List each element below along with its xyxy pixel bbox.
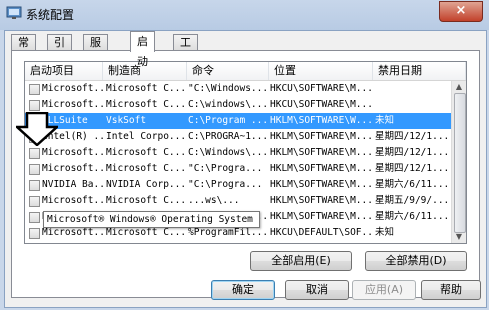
table-row[interactable]: Microsoft... Microsoft C... C:\Windows\...… [25, 145, 452, 161]
ok-button[interactable]: 确定 [211, 280, 275, 300]
cancel-button[interactable]: 取消 [285, 280, 349, 300]
enable-checkbox[interactable] [29, 196, 40, 207]
cell-vendor: Intel Corpo... [106, 131, 186, 142]
enable-checkbox[interactable] [29, 148, 40, 159]
tab-boot[interactable]: 引导 [47, 34, 72, 65]
cell-date: 未知 [375, 227, 395, 238]
cell-command: C:\windows\... [188, 99, 268, 110]
cell-command: C:\Windows\... [188, 147, 268, 158]
help-button[interactable]: 帮助 [421, 280, 481, 300]
disable-all-button[interactable]: 全部禁用(D) [365, 251, 467, 271]
enable-all-button[interactable]: 全部启用(E) [250, 251, 352, 271]
title-bar: 系统配置 × [0, 0, 489, 30]
cell-item: Microsoft... [42, 147, 104, 158]
cell-command: "C:\Progra... [188, 179, 263, 190]
cell-location: HKCU\SOFTWARE\M... [270, 99, 372, 110]
cell-command: "C:\Windows... [188, 83, 268, 94]
scroll-thumb[interactable] [454, 93, 466, 233]
cell-location: HKCU\SOFTWARE\M... [270, 83, 372, 94]
cell-date: 星期四/12/1... [375, 147, 450, 158]
enable-checkbox[interactable] [29, 100, 40, 111]
column-header-location[interactable]: 位置 [269, 62, 373, 80]
tooltip: Microsoft® Windows® Operating System [43, 211, 260, 228]
startup-panel: 启动项目 制造商 命令 位置 禁用日期 Microsoft... Microsof… [11, 50, 480, 298]
cell-location: HKLM\SOFTWARE\M... [270, 163, 372, 174]
cell-command: "C:\Progra... [188, 163, 263, 174]
list-header: 启动项目 制造商 命令 位置 禁用日期 [25, 62, 466, 81]
cell-location: HKLM\SOFTWARE\M... [270, 195, 372, 206]
cell-command: ...ws\... [188, 195, 240, 206]
table-row[interactable]: Intel(R) ... Intel Corpo... C:\PROGRA~1...… [25, 129, 452, 145]
cell-date: 星期三/4/27... [375, 241, 451, 243]
table-row[interactable]: NVIDIA Ba... NVIDIA Corp... "C:\Progra... H… [25, 177, 452, 193]
tab-tools[interactable]: 工具 [173, 34, 198, 65]
table-row[interactable]: Microsoft...Microsoft C..."C:\Progra... H… [25, 161, 452, 177]
cell-item: Microsoft... [42, 163, 104, 174]
cell-command: "C:\Progra... [188, 241, 268, 243]
cell-item: Microsoft... [42, 99, 104, 110]
cell-date: 星期四/12/1... [375, 163, 450, 174]
cell-vendor: Microsoft C... [106, 241, 186, 243]
cell-vendor: VskSoft [106, 115, 147, 126]
vertical-scrollbar[interactable]: ▲ ▼ [451, 81, 466, 243]
enable-checkbox[interactable] [29, 84, 40, 95]
cell-item: Microsoft... [42, 241, 104, 243]
startup-list[interactable]: 启动项目 制造商 命令 位置 禁用日期 Microsoft... Microsof… [24, 61, 467, 244]
window-title: 系统配置 [26, 8, 75, 22]
dialog-body: 常规 引导 服务 启动 工具 启动项目 制造商 命令 位置 禁用日期 Micro… [4, 30, 487, 308]
cell-command: C:\Program ... [188, 115, 268, 126]
close-button[interactable]: × [439, 1, 483, 22]
cell-date: 星期六/6/11... [375, 179, 450, 190]
table-row[interactable]: Microsoft... Microsoft C... ...ws\... HKLM\… [25, 193, 452, 209]
cell-location: HKLM\SOFTWARE\M... [270, 147, 372, 158]
system-config-icon [6, 6, 22, 19]
table-row[interactable]: Microsoft... Microsoft C... "C:\Windows...… [25, 81, 452, 97]
tab-services[interactable]: 服务 [83, 34, 108, 65]
cell-location: HKLM\SOFTWARE\W... [270, 115, 372, 126]
cell-date: 星期四/12/1... [375, 131, 450, 142]
down-arrow-annotation-icon [16, 112, 58, 146]
column-header-item[interactable]: 启动项目 [25, 62, 103, 80]
scroll-down-icon[interactable]: ▼ [454, 232, 464, 242]
cell-command: C:\PROGRA~1... [188, 131, 268, 142]
cell-date: 星期五/9/9/... [375, 195, 450, 206]
cell-vendor: Microsoft C... [106, 99, 186, 110]
cell-item: Microsoft... [42, 195, 104, 206]
cell-location: HKLM\SOFTWARE\M... [270, 179, 372, 190]
cell-location: HKLM\SOFTWARE\M... [270, 211, 372, 222]
column-header-command[interactable]: 命令 [187, 62, 269, 80]
cell-vendor: Microsoft C... [106, 147, 186, 158]
scroll-up-icon[interactable]: ▲ [454, 82, 464, 92]
cell-location: HKCU\DEFAULT\SOF... [270, 227, 372, 238]
table-row[interactable]: DLLSuite VskSoft C:\Program ... HKLM\SOFTWA… [25, 113, 452, 129]
enable-checkbox[interactable] [29, 164, 40, 175]
cell-vendor: Microsoft C... [106, 83, 186, 94]
apply-button[interactable]: 应用(A) [352, 280, 416, 300]
cell-location: HKLM\SOFTWARE\M... [270, 241, 372, 243]
cell-date: 星期六/6/11... [375, 211, 450, 222]
enable-checkbox[interactable] [29, 212, 40, 223]
cell-vendor: NVIDIA Corp... [106, 179, 186, 190]
cell-item: NVIDIA Ba... [42, 179, 104, 190]
cell-vendor: Microsoft C... [106, 195, 186, 206]
enable-checkbox[interactable] [29, 180, 40, 191]
enable-checkbox[interactable] [29, 228, 40, 239]
table-row[interactable]: Microsoft...Microsoft C..."C:\Progra...H… [25, 241, 452, 243]
cell-item: Microsoft... [42, 83, 104, 94]
cell-date: 未知 [375, 115, 395, 126]
table-row[interactable]: Microsoft... Microsoft C... C:\windows\...… [25, 97, 452, 113]
tab-startup[interactable]: 启动 [130, 31, 155, 68]
tab-general[interactable]: 常规 [11, 34, 36, 65]
cell-vendor: Microsoft C... [106, 163, 186, 174]
cell-location: HKLM\SOFTWARE\M... [270, 131, 372, 142]
column-header-date[interactable]: 禁用日期 [373, 62, 466, 80]
